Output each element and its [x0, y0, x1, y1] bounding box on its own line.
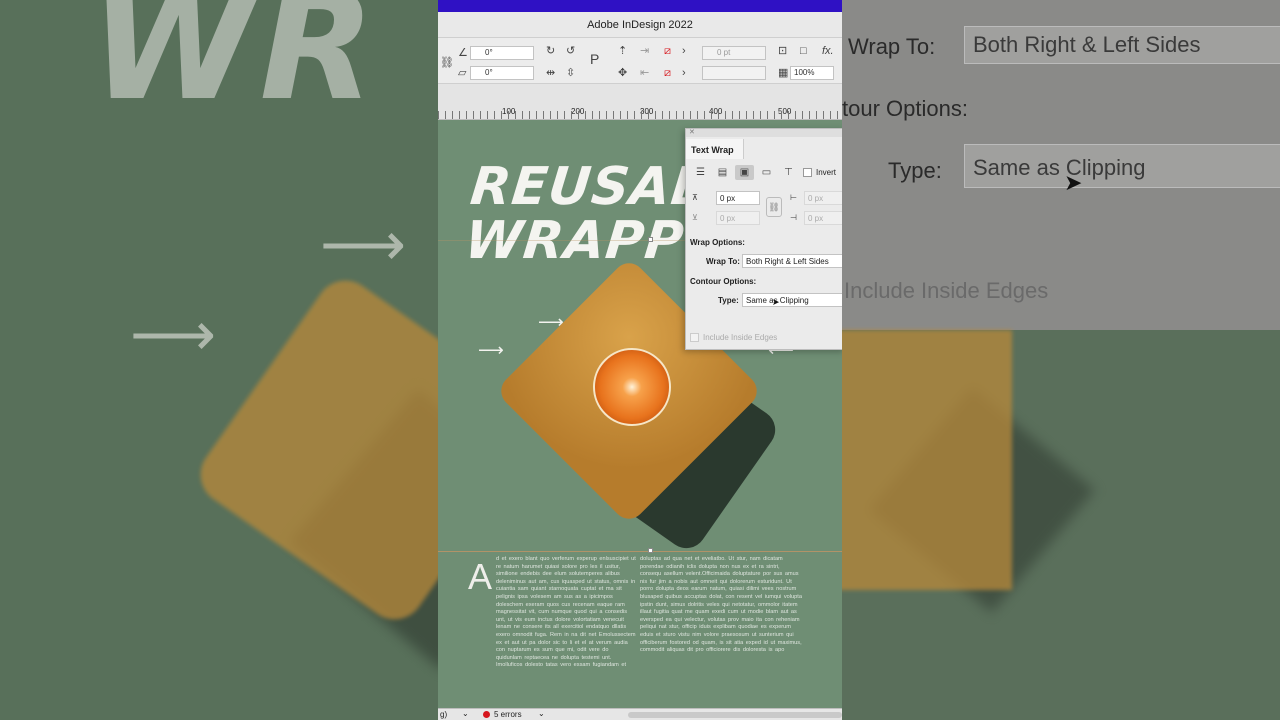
link-icon[interactable]: ⛓: [440, 56, 454, 70]
stroke-type-field[interactable]: [702, 66, 766, 80]
make-offsets-same-link-icon[interactable]: ⛓: [766, 197, 782, 217]
zoomed-include-label: Include Inside Edges: [844, 278, 1049, 303]
zoomed-text-wrap-panel: Wrap To: Both Right & Left Sides tour Op…: [842, 0, 1280, 330]
zoomed-background-right: Wrap To: Both Right & Left Sides tour Op…: [842, 0, 1280, 720]
invert-checkbox[interactable]: [803, 168, 812, 177]
horizontal-ruler: 100 200 300 400 500: [438, 84, 842, 120]
fill-menu-chevron-icon[interactable]: ›: [682, 44, 686, 58]
jump-object-icon[interactable]: ▭: [757, 165, 776, 180]
headline-line-2: WRAPP: [462, 211, 688, 271]
stroke-menu-chevron-icon[interactable]: ›: [682, 66, 686, 80]
zoomed-arrow-icon: ⟶: [320, 211, 407, 278]
select-content-icon[interactable]: ✥: [618, 66, 627, 80]
flip-vertical-icon[interactable]: ⇳: [566, 66, 575, 80]
opacity-icon: ▦: [778, 67, 789, 79]
text-frame-guide: [438, 551, 842, 552]
text-wrap-panel: ✕ Text Wrap ☰ ▤ ▣ ▭ ⊤ Invert ⊼ 0 px ⊻ 0 …: [685, 128, 842, 350]
top-offset-icon: ⊼: [692, 193, 698, 202]
fit-content-icon[interactable]: □: [800, 44, 807, 58]
zoomed-type-select: Same as Clipping: [964, 144, 1280, 188]
left-offset-icon: ⊢: [790, 193, 797, 202]
mouse-cursor-icon: ➤: [772, 297, 780, 307]
frame-handle[interactable]: [648, 237, 653, 242]
zoomed-wrap-to-select: Both Right & Left Sides: [964, 26, 1280, 64]
window-title: Adobe InDesign 2022: [438, 12, 842, 38]
wrap-bounding-box-icon[interactable]: ▤: [713, 165, 732, 180]
panel-header: ✕: [686, 129, 842, 137]
body-column-2[interactable]: doluptas ad qua net et eveliatbo. Ut stu…: [640, 556, 802, 655]
wrap-to-label: Wrap To:: [706, 257, 740, 266]
right-offset-icon: ⊣: [790, 213, 797, 222]
status-left-text: g): [440, 710, 448, 719]
wrap-options-heading: Wrap Options:: [690, 238, 745, 247]
indesign-window: Adobe InDesign 2022 ⛓ ∠ 0° ▱ 0° ↻ ↺ ⇹ ⇳ …: [438, 0, 842, 720]
body-column-1[interactable]: d et exero blant quo verferum experup en…: [496, 556, 636, 670]
rotate-ccw-icon[interactable]: ↺: [566, 44, 575, 58]
jump-next-column-icon[interactable]: ⊤: [779, 165, 798, 180]
contour-options-heading: Contour Options:: [690, 277, 757, 286]
shear-angle-field[interactable]: 0°: [470, 66, 534, 80]
zoomed-headline: WR: [90, 0, 379, 134]
contour-type-select[interactable]: Same as Clipping: [742, 293, 842, 307]
stroke-none-icon[interactable]: ⧄: [664, 66, 671, 80]
control-panel: ⛓ ∠ 0° ▱ 0° ↻ ↺ ⇹ ⇳ P ⇡ ✥ ⇥ ⇤ ⧄ ⧄ › › 0 …: [438, 38, 842, 84]
opacity-field[interactable]: 100%: [790, 66, 834, 80]
zoomed-wrap-paper: [188, 268, 438, 632]
select-container-icon[interactable]: ⇡: [618, 44, 627, 58]
include-inside-edges-option[interactable]: Include Inside Edges: [690, 333, 777, 342]
select-prev-icon[interactable]: ⇤: [640, 66, 649, 80]
preflight-errors[interactable]: 5 errors: [494, 710, 522, 719]
rotate-angle-field[interactable]: 0°: [470, 46, 534, 60]
status-bar: g) ⌄ 5 errors ⌄: [438, 708, 842, 720]
bottom-offset-field[interactable]: 0 px: [716, 211, 760, 225]
frame-fitting-icon[interactable]: ⊡: [778, 44, 787, 58]
wrap-to-select[interactable]: Both Right & Left Sides: [742, 254, 842, 268]
type-label: Type:: [718, 296, 739, 305]
wrap-mode-buttons: ☰ ▤ ▣ ▭ ⊤: [691, 165, 798, 180]
fill-none-icon[interactable]: ⧄: [664, 44, 671, 58]
left-offset-field[interactable]: 0 px: [804, 191, 842, 205]
tab-label: Text Wrap: [691, 145, 734, 155]
right-offset-field[interactable]: 0 px: [804, 211, 842, 225]
drop-cap: A: [468, 556, 493, 597]
ruler-ticks: [438, 111, 842, 119]
effects-fx-icon[interactable]: fx.: [822, 44, 834, 58]
arrow-icon: ⟶: [478, 340, 504, 360]
zoomed-type-label: Type:: [888, 158, 942, 183]
preflight-error-icon: [483, 711, 490, 718]
no-wrap-icon[interactable]: ☰: [691, 165, 710, 180]
zoomed-contour-label: tour Options:: [842, 96, 968, 121]
include-inside-edges-checkbox[interactable]: [690, 333, 699, 342]
flip-horizontal-icon[interactable]: ⇹: [546, 66, 555, 80]
bottom-offset-icon: ⊻: [692, 213, 698, 222]
menu-strip: [438, 0, 842, 12]
headline[interactable]: REUSAB WRAPP: [462, 157, 716, 271]
zoomed-background-left: WR ⟶ ⟶: [0, 0, 438, 720]
chevron-down-icon[interactable]: ⌄: [462, 709, 469, 718]
zoomed-cursor-icon: ➤: [1064, 170, 1083, 195]
close-icon[interactable]: ✕: [689, 128, 695, 136]
top-offset-field[interactable]: 0 px: [716, 191, 760, 205]
stroke-weight-field[interactable]: 0 pt: [702, 46, 766, 60]
headline-line-1: REUSAB: [467, 157, 716, 217]
zoomed-wrap-to-label: Wrap To:: [848, 34, 936, 59]
rotate-cw-icon[interactable]: ↻: [546, 44, 555, 58]
text-frame-handle[interactable]: [648, 548, 653, 553]
zoomed-wrap-paper: [842, 330, 1012, 590]
tab-text-wrap[interactable]: Text Wrap: [686, 139, 744, 159]
rotate-angle-icon: ∠: [458, 47, 468, 59]
include-inside-edges-label: Include Inside Edges: [703, 333, 778, 342]
reference-point-icon[interactable]: P: [590, 52, 599, 66]
invert-option[interactable]: Invert: [803, 168, 836, 177]
zoomed-arrow-icon: ⟶: [130, 301, 217, 368]
preflight-menu-chevron-icon[interactable]: ⌄: [538, 709, 545, 718]
orange-slice-image: [593, 348, 671, 426]
shear-angle-icon: ▱: [458, 67, 467, 79]
wrap-object-shape-icon[interactable]: ▣: [735, 165, 754, 180]
horizontal-scrollbar[interactable]: [628, 712, 842, 718]
select-next-icon[interactable]: ⇥: [640, 44, 649, 58]
invert-label: Invert: [816, 168, 837, 177]
